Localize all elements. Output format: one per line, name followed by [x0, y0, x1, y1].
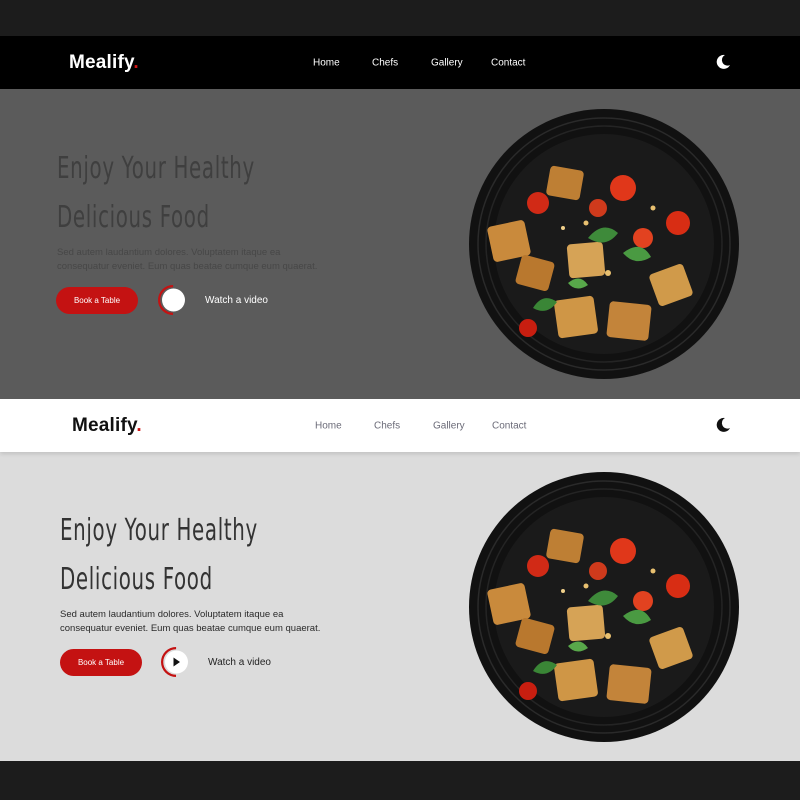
nav-gallery-link[interactable]: Gallery	[431, 57, 463, 68]
navbar: Mealify. Home Chefs Gallery Contact	[0, 399, 800, 452]
hero-title: Enjoy Your Healthy Delicious Food	[57, 151, 255, 235]
play-video-button[interactable]	[161, 647, 191, 677]
book-table-button[interactable]: Book a Table	[56, 287, 138, 314]
hero-title: Enjoy Your Healthy Delicious Food	[60, 513, 258, 597]
nav-menu: Home Chefs Gallery Contact	[0, 399, 800, 452]
nav-contact-link[interactable]: Contact	[492, 420, 526, 431]
nav-home-link[interactable]: Home	[313, 57, 340, 68]
food-bowl-image	[469, 472, 739, 742]
nav-gallery-link[interactable]: Gallery	[433, 420, 465, 431]
nav-home-link[interactable]: Home	[315, 420, 342, 431]
nav-menu: Home Chefs Gallery Contact	[0, 36, 800, 89]
dark-theme-preview: Mealify. Home Chefs Gallery Contact Enjo…	[0, 36, 800, 399]
moon-icon[interactable]	[714, 53, 732, 71]
nav-contact-link[interactable]: Contact	[491, 57, 525, 68]
watch-video-label[interactable]: Watch a video	[208, 657, 271, 668]
watch-video-label[interactable]: Watch a video	[205, 295, 268, 306]
food-bowl-image	[469, 109, 739, 379]
light-theme-preview: Mealify. Home Chefs Gallery Contact Enjo…	[0, 399, 800, 761]
moon-icon[interactable]	[714, 416, 732, 434]
book-table-button[interactable]: Book a Table	[60, 649, 142, 676]
nav-chefs-link[interactable]: Chefs	[372, 57, 398, 68]
navbar: Mealify. Home Chefs Gallery Contact	[0, 36, 800, 89]
play-video-button[interactable]	[158, 285, 188, 315]
nav-chefs-link[interactable]: Chefs	[374, 420, 400, 431]
hero-description: Sed autem laudantium dolores. Voluptatem…	[60, 609, 321, 634]
hero-description: Sed autem laudantium dolores. Voluptatem…	[57, 247, 318, 272]
